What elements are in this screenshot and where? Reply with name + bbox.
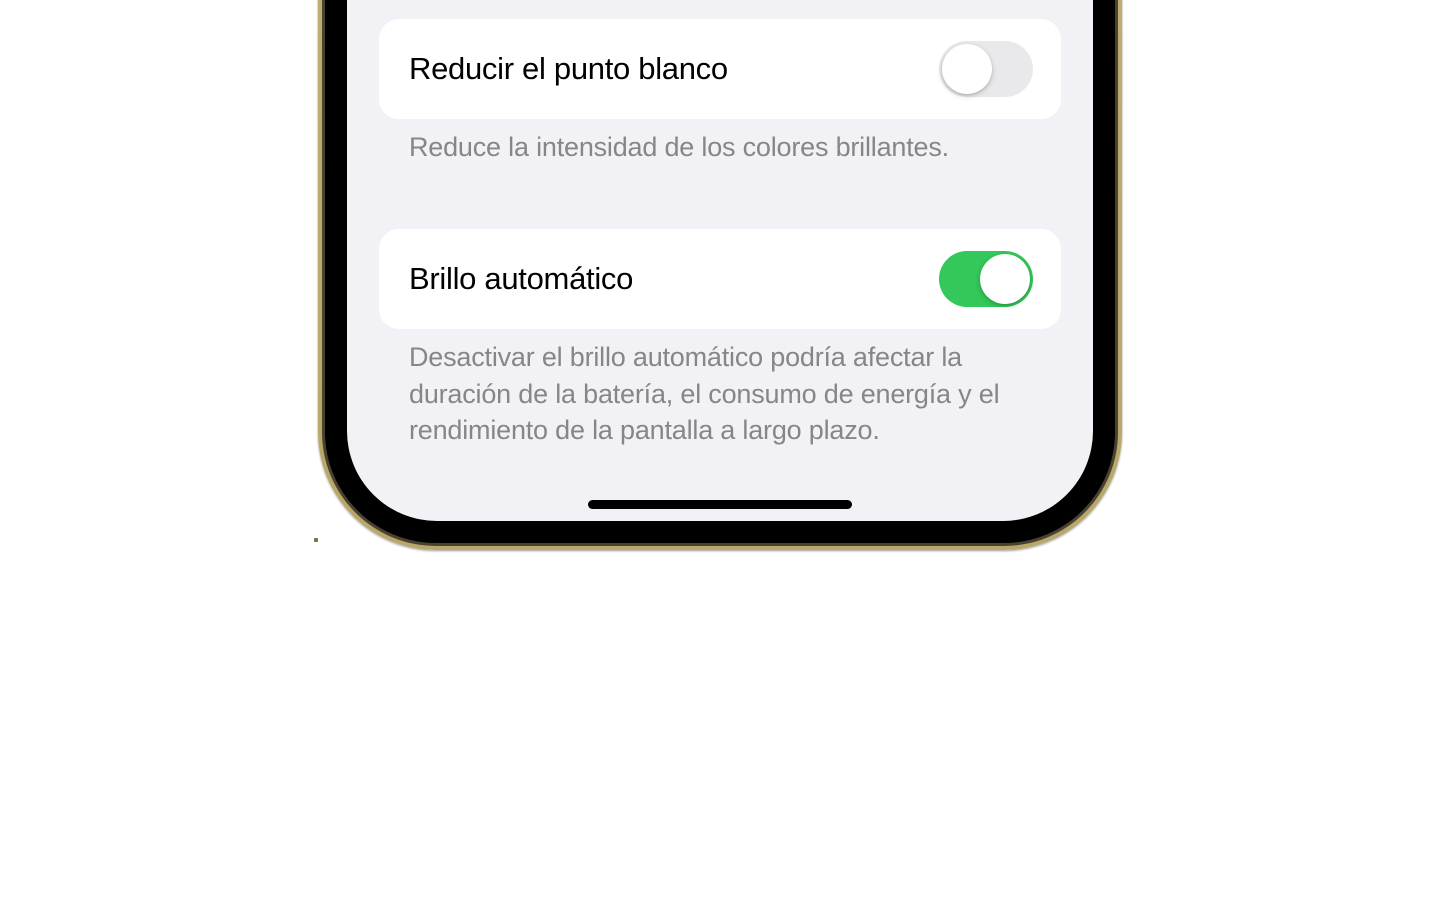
reduce-white-point-label: Reducir el punto blanco [409, 51, 728, 87]
reduce-white-point-toggle[interactable] [939, 41, 1033, 97]
phone-device-frame: Reducir el punto blanco Reduce la intens… [318, 0, 1122, 550]
group-spacer [379, 195, 1061, 229]
auto-brightness-label: Brillo automático [409, 261, 633, 297]
auto-brightness-description: Desactivar el brillo automático podría a… [379, 329, 1061, 448]
phone-outer-bezel: Reducir el punto blanco Reduce la intens… [318, 0, 1122, 550]
phone-inner-bezel: Reducir el punto blanco Reduce la intens… [325, 0, 1115, 543]
auto-brightness-row[interactable]: Brillo automático [379, 229, 1061, 329]
auto-brightness-group: Brillo automático Desactivar el brillo a… [379, 229, 1061, 448]
home-indicator[interactable] [588, 500, 852, 509]
reduce-white-point-description: Reduce la intensidad de los colores bril… [379, 119, 1061, 165]
phone-mid-bezel: Reducir el punto blanco Reduce la intens… [322, 0, 1118, 546]
toggle-knob-icon [942, 44, 992, 94]
frame-join-notch [314, 538, 318, 542]
reduce-white-point-row[interactable]: Reducir el punto blanco [379, 19, 1061, 119]
auto-brightness-toggle[interactable] [939, 251, 1033, 307]
settings-screen-content: Reducir el punto blanco Reduce la intens… [347, 19, 1093, 479]
reduce-white-point-group: Reducir el punto blanco Reduce la intens… [379, 19, 1061, 165]
toggle-knob-icon [980, 254, 1030, 304]
phone-screen: Reducir el punto blanco Reduce la intens… [347, 0, 1093, 521]
